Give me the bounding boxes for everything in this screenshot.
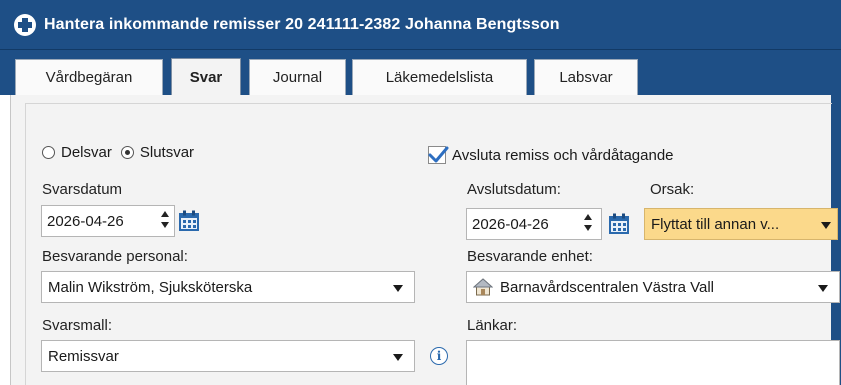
panel-divider [25,103,832,104]
svarsdatum-label: Svarsdatum [42,181,123,198]
close-referral-label[interactable]: Avsluta remiss och vårdåtagande [452,147,674,164]
spinner-down-icon[interactable] [161,222,169,228]
chevron-down-icon[interactable] [393,354,403,361]
delsvar-label[interactable]: Delsvar [61,144,112,161]
svarsmall-select[interactable]: Remissvar [41,340,415,372]
tab-journal[interactable]: Journal [249,59,346,95]
calendar-icon[interactable] [178,210,200,232]
tab-lakemedelslista[interactable]: Läkemedelslista [352,59,527,95]
avslutsdatum-spinner[interactable] [583,214,593,234]
close-referral-checkbox[interactable] [428,146,449,164]
panel-divider-vertical [25,103,26,385]
orsak-select[interactable]: Flyttat till annan v... [644,208,838,240]
avslutsdatum-value: 2026-04-26 [472,215,549,233]
chevron-down-icon[interactable] [393,285,403,292]
besvarande-personal-select[interactable]: Malin Wikström, Sjuksköterska [41,271,415,303]
response-type-group: Delsvar Slutsvar [42,144,203,161]
spinner-down-icon[interactable] [584,225,592,231]
delsvar-radio[interactable] [42,146,55,159]
besvarande-enhet-value: Barnavårdscentralen Västra Vall [500,278,714,296]
avslutsdatum-label: Avslutsdatum: [467,181,561,198]
lankar-label: Länkar: [467,317,518,334]
window-titlebar: Hantera inkommande remisser 20 241111-23… [0,0,841,50]
orsak-value: Flyttat till annan v... [651,215,780,233]
spinner-up-icon[interactable] [584,214,592,220]
lankar-field[interactable] [466,340,840,385]
chevron-down-icon[interactable] [818,285,828,292]
chevron-down-icon[interactable] [821,222,831,229]
plus-circle-icon [14,13,36,36]
checkmark-icon [428,146,449,163]
window-title: Hantera inkommande remisser 20 241111-23… [44,15,560,33]
besvarande-personal-value: Malin Wikström, Sjuksköterska [48,278,253,296]
orsak-label: Orsak: [650,181,695,198]
svarsdatum-field[interactable]: 2026-04-26 [41,205,175,237]
besvarande-personal-label: Besvarande personal: [42,248,188,265]
tab-svar[interactable]: Svar [171,58,241,96]
slutsvar-radio[interactable] [120,146,134,159]
svarsdatum-value: 2026-04-26 [47,212,124,230]
tab-vardbegaran[interactable]: Vårdbegäran [15,59,163,95]
house-icon [473,278,493,296]
slutsvar-label[interactable]: Slutsvar [140,144,194,161]
calendar-icon[interactable] [608,213,630,235]
svarsdatum-spinner[interactable] [160,211,170,231]
tab-bar: Vårdbegäran Svar Journal Läkemedelslista… [0,50,841,96]
info-icon[interactable]: i [430,347,448,365]
svarsmall-label: Svarsmall: [42,317,113,334]
svarsmall-value: Remissvar [48,347,119,365]
avslutsdatum-field[interactable]: 2026-04-26 [466,208,602,240]
spinner-up-icon[interactable] [161,211,169,217]
close-referral-row: Avsluta remiss och vårdåtagande [428,146,674,164]
tab-labsvar[interactable]: Labsvar [534,59,638,95]
besvarande-enhet-label: Besvarande enhet: [467,248,593,265]
besvarande-enhet-select[interactable]: Barnavårdscentralen Västra Vall [466,271,840,303]
